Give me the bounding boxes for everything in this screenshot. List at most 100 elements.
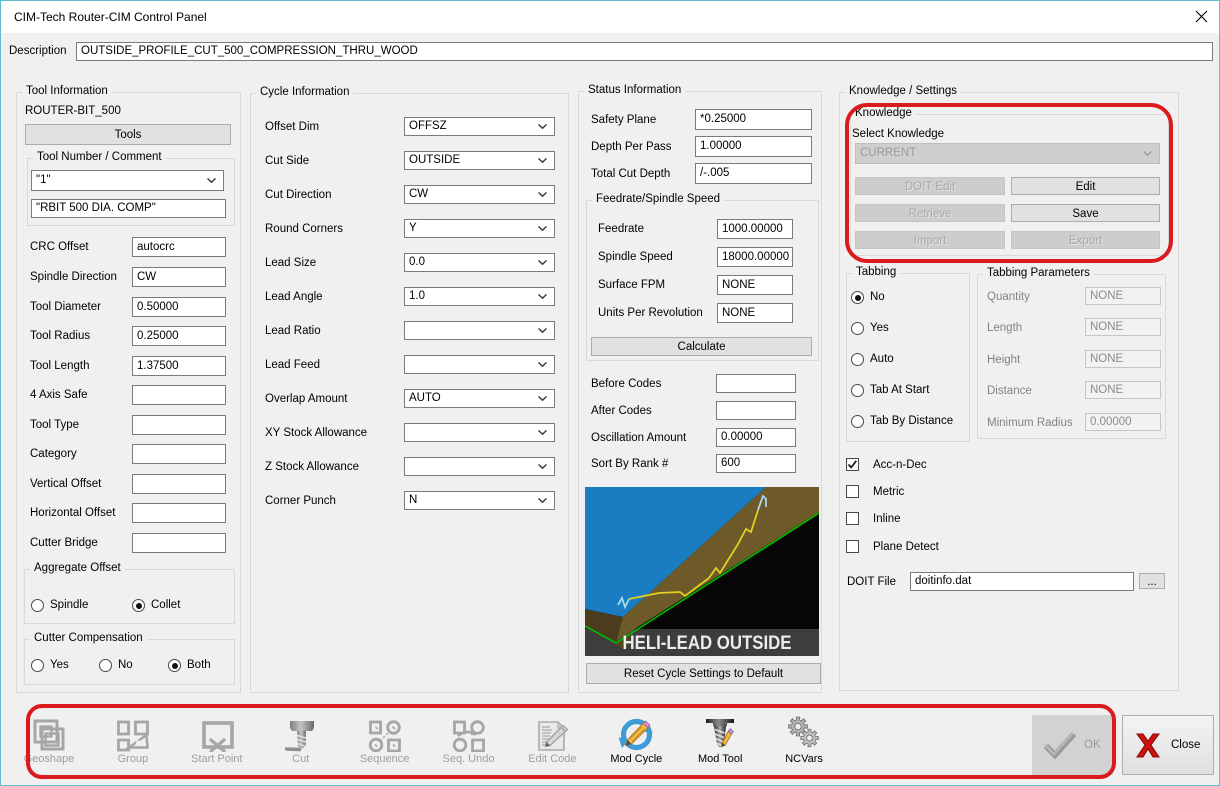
- cycle-field-combo-1[interactable]: OUTSIDE: [404, 151, 555, 170]
- window-close-icon[interactable]: [1195, 10, 1209, 24]
- select-knowledge-combo[interactable]: CURRENT: [855, 143, 1160, 164]
- toolbar-button-seq-undo[interactable]: Seq. Undo: [427, 715, 511, 773]
- tabbing-no-radio[interactable]: [851, 291, 864, 304]
- ncvars-icon: [762, 715, 846, 753]
- tool-field-input-8[interactable]: [132, 474, 226, 494]
- description-input[interactable]: OUTSIDE_PROFILE_CUT_500_COMPRESSION_THRU…: [76, 42, 1213, 61]
- cycle-field-combo-4[interactable]: 0.0: [404, 253, 555, 272]
- status-field-input-0[interactable]: *0.25000: [695, 109, 812, 130]
- tool-number-combo[interactable]: "1": [31, 170, 224, 191]
- export-button[interactable]: Export: [1011, 231, 1160, 249]
- tabbing-auto-radio[interactable]: [851, 353, 864, 366]
- close-button[interactable]: Close: [1122, 715, 1214, 775]
- acc-n-dec-checkbox[interactable]: [846, 458, 859, 471]
- doit-file-input[interactable]: doitinfo.dat: [910, 572, 1134, 591]
- toolbar-button-edit-code[interactable]: Edit Code: [510, 715, 594, 773]
- toolbar-label-seq-undo: Seq. Undo: [442, 753, 495, 765]
- status2-field-input-0[interactable]: [716, 374, 796, 393]
- tool-field-input-7[interactable]: [132, 444, 226, 464]
- tabbing-tab-by-distance-radio[interactable]: [851, 415, 864, 428]
- feedrate-field-input-3[interactable]: NONE: [717, 303, 793, 323]
- tool-field-input-3[interactable]: 0.25000: [132, 326, 226, 346]
- doit-edit-button[interactable]: DOIT Edit: [855, 177, 1005, 195]
- tabbing-yes-radio[interactable]: [851, 322, 864, 335]
- tabbing-tab-at-start-radio[interactable]: [851, 384, 864, 397]
- ok-label: OK: [1084, 739, 1101, 751]
- tool-field-input-10[interactable]: [132, 533, 226, 553]
- toolbar-button-geoshape[interactable]: Geoshape: [7, 715, 91, 773]
- reset-cycle-button[interactable]: Reset Cycle Settings to Default: [586, 663, 821, 684]
- aggregate-collet-radio[interactable]: [132, 599, 145, 612]
- tool-field-input-0[interactable]: autocrc: [132, 237, 226, 257]
- cycle-field-combo-10[interactable]: [404, 457, 555, 476]
- seq-undo-icon: [427, 715, 511, 753]
- tool-field-input-2[interactable]: 0.50000: [132, 297, 226, 317]
- tabbing-yes-radio-label: Yes: [870, 322, 889, 334]
- cycle-field-combo-5[interactable]: 1.0: [404, 287, 555, 306]
- compensation-no-radio[interactable]: [99, 659, 112, 672]
- cycle-field-combo-9[interactable]: [404, 423, 555, 442]
- toolbar-button-start-point[interactable]: Start Point: [175, 715, 259, 773]
- edit-button[interactable]: Edit: [1011, 177, 1160, 195]
- status-field-input-1[interactable]: 1.00000: [695, 136, 812, 157]
- cycle-field-combo-7[interactable]: [404, 355, 555, 374]
- cycle-field-label-4: Lead Size: [265, 257, 317, 269]
- compensation-yes-radio[interactable]: [31, 659, 44, 672]
- cycle-field-combo-2[interactable]: CW: [404, 185, 555, 204]
- tabbing-param-input-0[interactable]: NONE: [1085, 287, 1161, 305]
- cycle-field-combo-11[interactable]: N: [404, 491, 555, 510]
- chevron-down-icon: [537, 157, 548, 164]
- tabbing-param-input-4[interactable]: 0.00000: [1085, 413, 1161, 431]
- toolbar-button-cut[interactable]: Cut: [259, 715, 343, 773]
- tool-field-label-8: Vertical Offset: [30, 478, 102, 490]
- tool-field-input-6[interactable]: [132, 415, 226, 435]
- tool-field-input-1[interactable]: CW: [132, 267, 226, 287]
- cycle-field-combo-3[interactable]: Y: [404, 219, 555, 238]
- toolbar-button-sequence[interactable]: Sequence: [343, 715, 427, 773]
- tool-comment-input[interactable]: "RBIT 500 DIA. COMP": [31, 199, 226, 218]
- window-title: CIM-Tech Router-CIM Control Panel: [14, 10, 207, 24]
- import-button[interactable]: Import: [855, 231, 1005, 249]
- cycle-field-combo-0[interactable]: OFFSZ: [404, 117, 555, 136]
- toolbar-button-mod-tool[interactable]: Mod Tool: [678, 715, 762, 773]
- tabbing-group-title: Tabbing: [852, 266, 901, 278]
- status2-field-input-1[interactable]: [716, 401, 796, 420]
- tabbing-param-input-3[interactable]: NONE: [1085, 381, 1161, 399]
- status2-field-input-2[interactable]: 0.00000: [716, 428, 796, 447]
- tabbing-param-input-2[interactable]: NONE: [1085, 350, 1161, 368]
- toolbar-button-ncvars[interactable]: NCVars: [762, 715, 846, 773]
- chevron-down-icon: [537, 123, 548, 130]
- plane-detect-checkbox[interactable]: [846, 540, 859, 553]
- preview-caption-text: HELI-LEAD OUTSIDE: [623, 632, 792, 654]
- inline-checkbox[interactable]: [846, 512, 859, 525]
- doit-browse-button[interactable]: ...: [1139, 573, 1165, 589]
- cycle-field-combo-6[interactable]: [404, 321, 555, 340]
- retrieve-button[interactable]: Retrieve: [855, 204, 1005, 222]
- tool-field-input-4[interactable]: 1.37500: [132, 356, 226, 376]
- aggregate-offset-group-title: Aggregate Offset: [30, 562, 125, 574]
- status2-field-input-3[interactable]: 600: [716, 454, 796, 473]
- aggregate-spindle-radio[interactable]: [31, 599, 44, 612]
- feedrate-field-input-2[interactable]: NONE: [717, 275, 793, 295]
- cycle-field-combo-11-value: N: [409, 494, 418, 506]
- tool-field-input-5[interactable]: [132, 385, 226, 405]
- tool-field-input-9[interactable]: [132, 503, 226, 523]
- cycle-field-combo-8[interactable]: AUTO: [404, 389, 555, 408]
- ok-button[interactable]: OK: [1032, 715, 1113, 775]
- calculate-button[interactable]: Calculate: [591, 337, 812, 356]
- edit-code-icon: [510, 715, 594, 753]
- tabbing-param-label-3: Distance: [987, 385, 1032, 397]
- toolbar-label-cut: Cut: [292, 753, 310, 765]
- cycle-field-combo-2-value: CW: [409, 188, 429, 200]
- compensation-both-radio[interactable]: [168, 659, 181, 672]
- status-field-input-2[interactable]: /-.005: [695, 163, 812, 184]
- toolbar-button-mod-cycle[interactable]: Mod Cycle: [594, 715, 678, 773]
- feedrate-field-input-0[interactable]: 1000.00000: [717, 219, 793, 239]
- metric-checkbox[interactable]: [846, 485, 859, 498]
- cycle-field-combo-8-value: AUTO: [409, 392, 441, 404]
- tabbing-param-input-1[interactable]: NONE: [1085, 318, 1161, 336]
- tools-button[interactable]: Tools: [25, 124, 231, 145]
- toolbar-button-group[interactable]: Group: [91, 715, 175, 773]
- save-button[interactable]: Save: [1011, 204, 1160, 222]
- feedrate-field-input-1[interactable]: 18000.00000: [717, 247, 793, 267]
